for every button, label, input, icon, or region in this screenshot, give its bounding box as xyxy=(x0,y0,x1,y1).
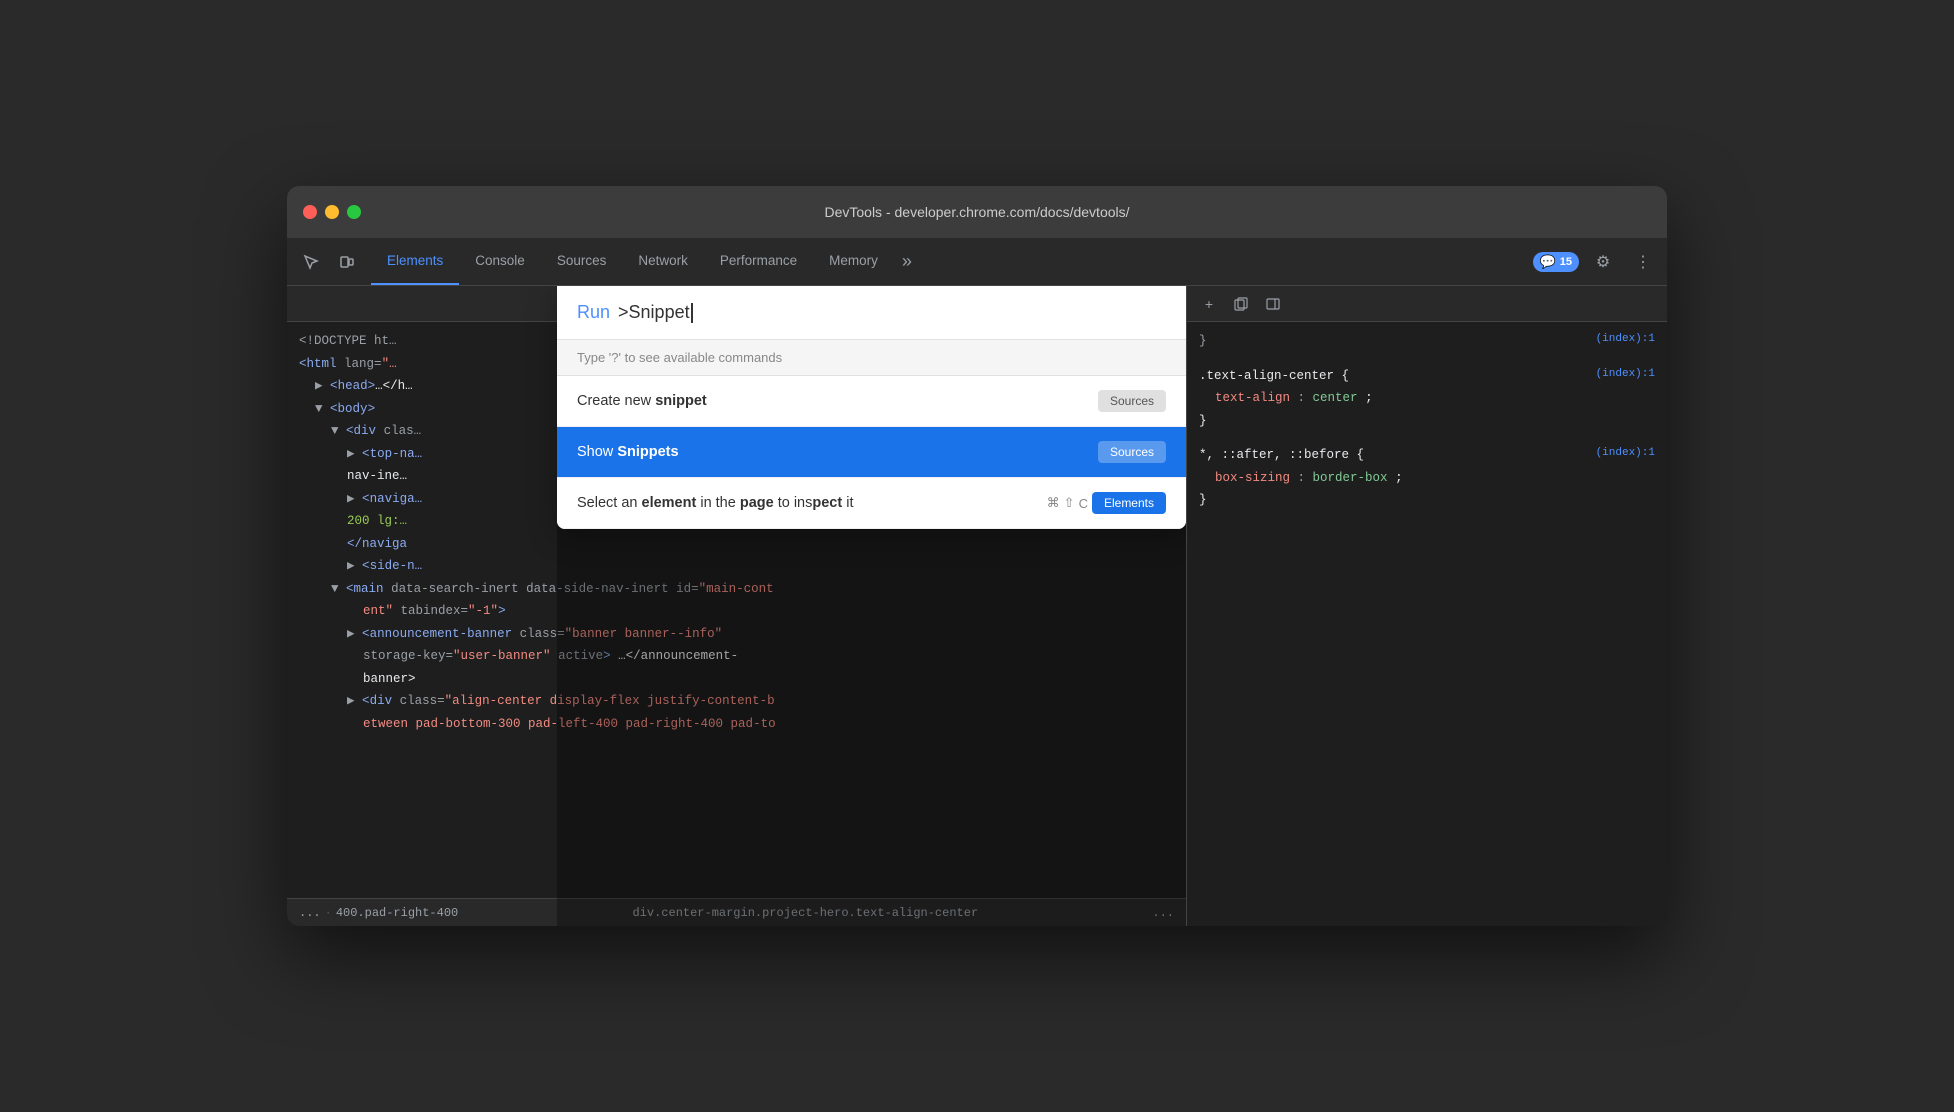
command-badge-sources-1: Sources xyxy=(1098,390,1166,412)
title-bar: DevTools - developer.chrome.com/docs/dev… xyxy=(287,186,1667,238)
notification-count: 15 xyxy=(1560,256,1572,268)
command-cursor xyxy=(691,303,693,323)
command-input-row: Run >Snippet xyxy=(557,286,1186,340)
css-property-line: box-sizing : border-box ; xyxy=(1199,467,1655,490)
toggle-sidebar-btn[interactable] xyxy=(1259,290,1287,318)
inspect-icon[interactable] xyxy=(295,246,327,278)
more-tabs-button[interactable]: » xyxy=(894,247,920,276)
add-style-btn[interactable]: + xyxy=(1195,290,1223,318)
tab-console[interactable]: Console xyxy=(459,238,541,285)
command-item-show-snippets[interactable]: Show Snippets Sources xyxy=(557,427,1186,478)
settings-button[interactable]: ⚙ xyxy=(1587,246,1619,278)
command-item-text-3: Select an element in the page to inspect… xyxy=(577,495,853,511)
command-item-text: Create new snippet xyxy=(577,393,707,409)
window-title: DevTools - developer.chrome.com/docs/dev… xyxy=(824,204,1129,220)
toolbar-right: 💬 15 ⚙ ⋮ xyxy=(1533,246,1659,278)
css-close-line: } xyxy=(1199,410,1655,433)
css-block-0: (index):1 } xyxy=(1199,330,1655,353)
main-content: ut » <!DOCTYPE ht… <html lang="… ▶ <head… xyxy=(287,286,1667,926)
maximize-button[interactable] xyxy=(347,205,361,219)
css-selector-line: *, ::after, ::before { xyxy=(1199,444,1655,467)
devtools-tabs: Elements Console Sources Network Perform… xyxy=(371,238,1533,285)
command-shortcuts: ⌘ ⇧ C Elements xyxy=(1047,492,1166,514)
command-palette-overlay: Run >Snippet Type '?' to see available c… xyxy=(557,286,1186,926)
tab-performance[interactable]: Performance xyxy=(704,238,813,285)
more-options-icon: ⋮ xyxy=(1635,252,1651,272)
tab-network[interactable]: Network xyxy=(622,238,704,285)
breadcrumb-pad[interactable]: 400.pad-right-400 xyxy=(336,906,458,920)
styles-panel-toolbar: + xyxy=(1187,286,1667,322)
css-block-1: (index):1 .text-align-center { text-alig… xyxy=(1199,365,1655,433)
toolbar-icons xyxy=(295,246,363,278)
css-block-2: (index):1 *, ::after, ::before { box-siz… xyxy=(1199,444,1655,512)
copy-styles-btn[interactable] xyxy=(1227,290,1255,318)
command-list: Create new snippet Sources Show Snippets… xyxy=(557,376,1186,529)
css-source-0[interactable]: (index):1 xyxy=(1596,330,1655,350)
tab-elements[interactable]: Elements xyxy=(371,238,459,285)
traffic-lights xyxy=(303,205,361,219)
notification-icon: 💬 xyxy=(1540,254,1556,270)
tab-memory[interactable]: Memory xyxy=(813,238,894,285)
devtools-toolbar: Elements Console Sources Network Perform… xyxy=(287,238,1667,286)
settings-icon: ⚙ xyxy=(1596,252,1610,272)
tab-sources[interactable]: Sources xyxy=(541,238,623,285)
css-source-2[interactable]: (index):1 xyxy=(1596,444,1655,464)
command-input-text[interactable]: >Snippet xyxy=(618,302,693,323)
command-badge-sources-2: Sources xyxy=(1098,441,1166,463)
command-item-text-selected: Show Snippets xyxy=(577,444,679,460)
command-item-create-snippet[interactable]: Create new snippet Sources xyxy=(557,376,1186,427)
more-options-button[interactable]: ⋮ xyxy=(1627,246,1659,278)
command-run-label: Run xyxy=(577,302,610,323)
command-input-value: >Snippet xyxy=(618,302,690,322)
css-line: } xyxy=(1199,330,1655,353)
shortcut-cmd: ⌘ xyxy=(1047,495,1060,511)
css-source-1[interactable]: (index):1 xyxy=(1596,365,1655,385)
close-button[interactable] xyxy=(303,205,317,219)
css-selector-line: .text-align-center { xyxy=(1199,365,1655,388)
devtools-window: DevTools - developer.chrome.com/docs/dev… xyxy=(287,186,1667,926)
minimize-button[interactable] xyxy=(325,205,339,219)
notification-badge[interactable]: 💬 15 xyxy=(1533,252,1579,272)
command-badge-elements: Elements xyxy=(1092,492,1166,514)
css-property-line: text-align : center ; xyxy=(1199,387,1655,410)
command-hint: Type '?' to see available commands xyxy=(557,340,1186,376)
right-panel: + (index):1 xyxy=(1187,286,1667,926)
command-palette: Run >Snippet Type '?' to see available c… xyxy=(557,286,1186,529)
left-panel: ut » <!DOCTYPE ht… <html lang="… ▶ <head… xyxy=(287,286,1187,926)
device-toolbar-icon[interactable] xyxy=(331,246,363,278)
shortcut-c: C xyxy=(1079,496,1088,511)
breadcrumb-ellipsis: ... xyxy=(299,906,321,920)
shortcut-shift: ⇧ xyxy=(1064,495,1075,511)
command-item-select-element[interactable]: Select an element in the page to inspect… xyxy=(557,478,1186,529)
css-close-line: } xyxy=(1199,489,1655,512)
styles-content[interactable]: (index):1 } (index):1 .text-align-center… xyxy=(1187,322,1667,926)
